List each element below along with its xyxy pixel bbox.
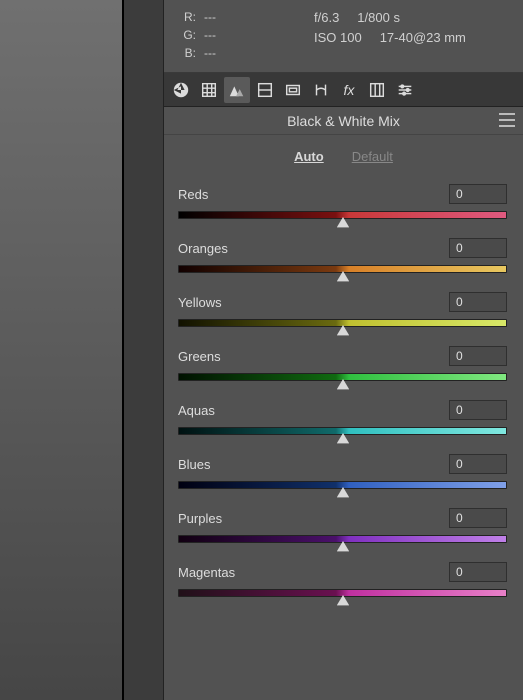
r-value: ---	[204, 8, 216, 26]
slider-thumb[interactable]	[337, 325, 349, 335]
slider-track[interactable]	[178, 370, 507, 390]
slider-thumb[interactable]	[337, 595, 349, 605]
b-value: ---	[204, 44, 216, 62]
slider-thumb[interactable]	[337, 433, 349, 443]
slider-label: Aquas	[178, 403, 215, 418]
panel-title-bar: Black & White Mix	[164, 107, 523, 135]
slider-blues: Blues	[178, 454, 507, 498]
panel-tab-strip: fx	[164, 73, 523, 107]
info-strip: R: --- G: --- B: --- f/6.3 1/800 s ISO 100 …	[164, 0, 523, 73]
slider-value-input[interactable]	[449, 562, 507, 582]
g-value: ---	[204, 26, 216, 44]
lens-value: 17-40@23 mm	[380, 28, 466, 48]
slider-value-input[interactable]	[449, 508, 507, 528]
lens-correction-icon[interactable]	[308, 77, 334, 103]
slider-value-input[interactable]	[449, 400, 507, 420]
mode-tabs: Auto Default	[164, 135, 523, 184]
bw-mix-icon[interactable]	[224, 77, 250, 103]
slider-thumb[interactable]	[337, 379, 349, 389]
slider-greens: Greens	[178, 346, 507, 390]
panel-gutter	[124, 0, 164, 700]
slider-track[interactable]	[178, 424, 507, 444]
calibration-icon[interactable]	[364, 77, 390, 103]
slider-aquas: Aquas	[178, 400, 507, 444]
aperture-icon[interactable]	[168, 77, 194, 103]
mode-auto[interactable]: Auto	[294, 149, 324, 164]
iso-value: ISO 100	[314, 28, 362, 48]
slider-value-input[interactable]	[449, 346, 507, 366]
slider-label: Yellows	[178, 295, 222, 310]
slider-label: Oranges	[178, 241, 228, 256]
slider-track[interactable]	[178, 262, 507, 282]
panel-title: Black & White Mix	[287, 113, 400, 129]
image-canvas[interactable]	[0, 0, 124, 700]
slider-track[interactable]	[178, 316, 507, 336]
slider-purples: Purples	[178, 508, 507, 552]
tone-curve-icon[interactable]	[252, 77, 278, 103]
slider-label: Magentas	[178, 565, 235, 580]
slider-label: Blues	[178, 457, 211, 472]
slider-thumb[interactable]	[337, 271, 349, 281]
sliders-container: Reds Oranges Yellows	[164, 184, 523, 616]
effects-icon[interactable]: fx	[336, 77, 362, 103]
rgb-readout: R: --- G: --- B: ---	[174, 8, 314, 62]
slider-label: Purples	[178, 511, 222, 526]
slider-reds: Reds	[178, 184, 507, 228]
sliders-icon[interactable]	[392, 77, 418, 103]
mode-default[interactable]: Default	[352, 149, 393, 164]
slider-track[interactable]	[178, 208, 507, 228]
shutter-value: 1/800 s	[357, 8, 400, 28]
aperture-value: f/6.3	[314, 8, 339, 28]
r-label: R:	[174, 8, 196, 26]
panel-menu-icon[interactable]	[499, 113, 515, 127]
develop-panel: R: --- G: --- B: --- f/6.3 1/800 s ISO 100 …	[164, 0, 523, 700]
slider-thumb[interactable]	[337, 541, 349, 551]
slider-track[interactable]	[178, 532, 507, 552]
slider-value-input[interactable]	[449, 184, 507, 204]
slider-value-input[interactable]	[449, 454, 507, 474]
grid-icon[interactable]	[196, 77, 222, 103]
detail-icon[interactable]	[280, 77, 306, 103]
slider-track[interactable]	[178, 586, 507, 606]
slider-oranges: Oranges	[178, 238, 507, 282]
slider-label: Reds	[178, 187, 208, 202]
slider-label: Greens	[178, 349, 221, 364]
b-label: B:	[174, 44, 196, 62]
slider-track[interactable]	[178, 478, 507, 498]
slider-magentas: Magentas	[178, 562, 507, 606]
slider-yellows: Yellows	[178, 292, 507, 336]
slider-thumb[interactable]	[337, 487, 349, 497]
slider-value-input[interactable]	[449, 292, 507, 312]
slider-thumb[interactable]	[337, 217, 349, 227]
slider-value-input[interactable]	[449, 238, 507, 258]
g-label: G:	[174, 26, 196, 44]
exif-readout: f/6.3 1/800 s ISO 100 17-40@23 mm	[314, 8, 466, 62]
